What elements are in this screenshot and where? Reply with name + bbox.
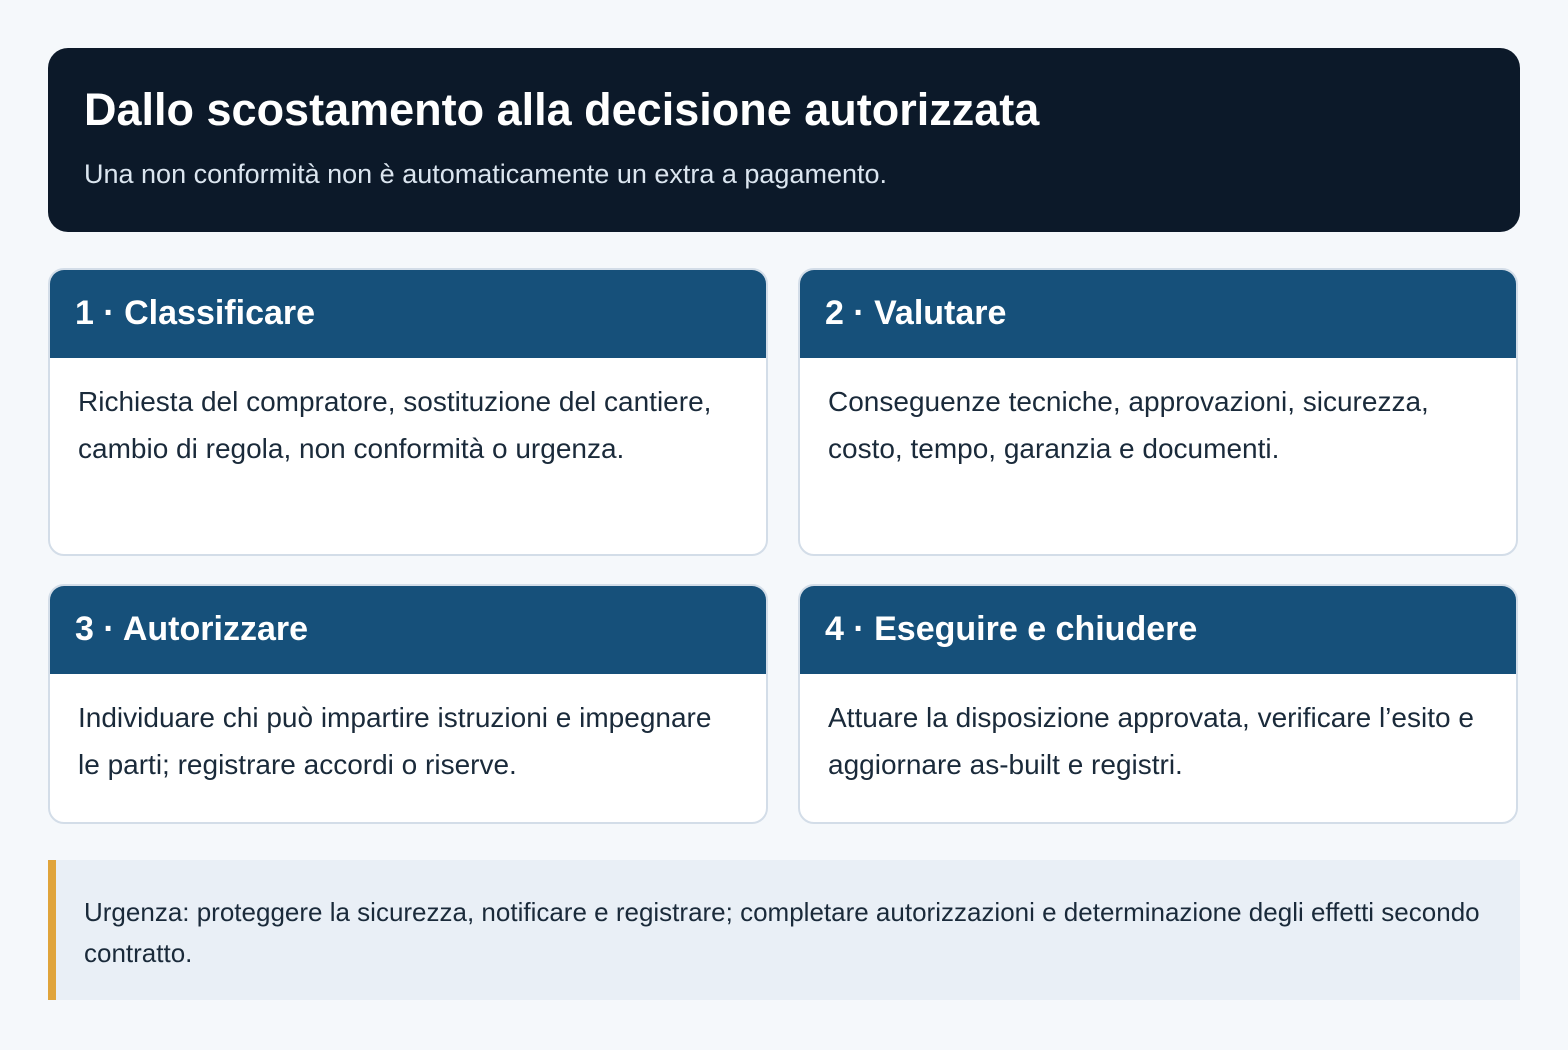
step-card-title: 2 · Valutare [800, 270, 1516, 358]
step-card-valutare: 2 · Valutare Conseguenze tecniche, appro… [798, 268, 1518, 556]
step-card-title: 4 · Eseguire e chiudere [800, 586, 1516, 674]
step-card-eseguire-chiudere: 4 · Eseguire e chiudere Attuare la dispo… [798, 584, 1518, 824]
page-subtitle: Una non conformità non è automaticamente… [84, 159, 887, 189]
urgency-note-text: Urgenza: proteggere la sicurezza, notifi… [84, 897, 1480, 968]
step-card-title: 3 · Autorizzare [50, 586, 766, 674]
step-card-text: Attuare la disposizione approvata, verif… [828, 702, 1474, 780]
urgency-note: Urgenza: proteggere la sicurezza, notifi… [48, 860, 1520, 1000]
step-card-autorizzare: 3 · Autorizzare Individuare chi può impa… [48, 584, 768, 824]
header-banner: Dallo scostamento alla decisione autoriz… [48, 48, 1520, 232]
step-card-title: 1 · Classificare [50, 270, 766, 358]
step-card-text: Richiesta del compratore, sostituzione d… [78, 386, 712, 464]
step-card-text: Individuare chi può impartire istruzioni… [78, 702, 712, 780]
step-card-text: Conseguenze tecniche, approvazioni, sicu… [828, 386, 1429, 464]
step-card-classificare: 1 · Classificare Richiesta del comprator… [48, 268, 768, 556]
page-title: Dallo scostamento alla decisione autoriz… [84, 84, 1040, 135]
